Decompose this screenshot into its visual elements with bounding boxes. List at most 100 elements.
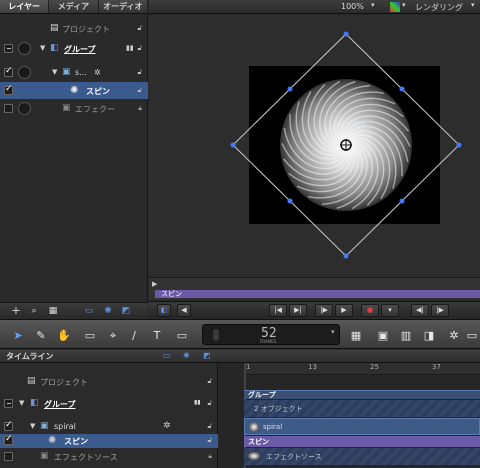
zoom-level[interactable]: 100% [341, 2, 364, 11]
handle-bottom-left [287, 198, 293, 204]
layer-options-icon[interactable]: ▦ [46, 303, 60, 319]
unlock-icon[interactable]: 🔓︎ [137, 64, 142, 81]
spin-checkbox[interactable] [4, 434, 13, 445]
tab-media[interactable]: メディア [49, 0, 99, 13]
filters-icon[interactable]: ◨ [420, 328, 438, 344]
gear-icon[interactable]: ✲ [163, 418, 171, 435]
playhead-icon[interactable]: ▶ [152, 280, 157, 288]
layer-row-project[interactable]: ▤ プロジェクト 🔓︎ [0, 20, 148, 37]
show-masks-icon[interactable]: ◩ [119, 303, 133, 319]
spiral-visibility-icon[interactable] [18, 66, 31, 79]
document-icon: ▤ [27, 376, 36, 386]
layer-row-effect-source[interactable]: ▣ エフェクー 🔒︎ [0, 100, 148, 117]
tab-audio[interactable]: オーディオ [99, 0, 148, 13]
mini-timeline-spin-bar[interactable]: スピン [155, 290, 480, 298]
behaviors-gear-icon[interactable]: ✲ [446, 328, 462, 344]
paint-icon[interactable]: ∕ [128, 328, 140, 344]
lock-icon[interactable]: 🔒︎ [208, 448, 212, 465]
group-checkbox[interactable] [4, 399, 13, 408]
spiral-checkbox[interactable] [4, 420, 13, 431]
mask-icon[interactable]: ▭ [174, 328, 190, 344]
timeline-label-effect-source: エフェクトソース [54, 453, 118, 462]
export-icon[interactable]: ▭ [466, 328, 478, 344]
chevron-down-icon[interactable]: ▾ [371, 1, 375, 9]
disclosure-triangle-icon[interactable]: ▼ [30, 418, 35, 435]
go-to-end-icon[interactable]: ▶| [289, 304, 307, 317]
timeline-row-spiral[interactable]: ▼ ▣ spiral ✲ 🔓︎ [0, 419, 218, 435]
chevron-down-icon[interactable]: ▾ [331, 328, 335, 336]
timecode-toggle-icon[interactable] [213, 329, 219, 341]
lock-icon[interactable]: 🔒︎ [138, 100, 142, 117]
group-checkbox[interactable] [4, 44, 13, 53]
unlock-icon[interactable]: 🔓︎ [207, 373, 212, 390]
go-to-start-icon[interactable]: |◀ [269, 304, 287, 317]
audio-icon[interactable]: ◀ [177, 304, 191, 317]
unlock-icon[interactable]: 🔓︎ [137, 20, 142, 37]
show-masks-icon[interactable]: ◩ [203, 351, 211, 360]
timeline-row-group[interactable]: ▼ ◧ グループ ▮▮ 🔓︎ [0, 396, 218, 412]
layer-label-effect: エフェクー [75, 105, 115, 114]
frame-counter[interactable]: 52 FRAMES ▾ [202, 324, 340, 345]
transport-bar: ◧ ◀ |◀ ▶| |▶ ▶ ● ▾ ◀| |▶ [149, 301, 480, 318]
layer-row-group[interactable]: ▼ ◧ グループ ▮▮ 🔓︎ [0, 40, 148, 57]
add-icon[interactable]: + [10, 303, 22, 319]
chevron-down-icon[interactable]: ▾ [402, 1, 406, 9]
timeline-ruler[interactable] [244, 363, 480, 375]
lights-icon[interactable]: ▥ [397, 328, 415, 344]
group-link-icon: ▮▮ [126, 44, 134, 52]
select-arrow-icon[interactable]: ➤ [10, 328, 26, 344]
group-visibility-icon[interactable] [18, 42, 31, 55]
shape-pen-icon[interactable]: ✎ [33, 328, 49, 344]
show-layers-icon[interactable]: ▭ [82, 303, 96, 319]
disclosure-triangle-icon[interactable]: ▼ [19, 395, 24, 412]
audio-playback-icon[interactable]: ◀| [411, 304, 429, 317]
layer-row-spiral[interactable]: ▼ ▣ s... ✲ 🔓︎ [0, 64, 148, 81]
track-objects-bar[interactable]: 2 オブジェクト [244, 400, 480, 417]
unlock-icon[interactable]: 🔓︎ [207, 395, 212, 412]
hud-icon[interactable]: ▦ [346, 328, 366, 344]
show-behaviors-icon[interactable]: ✺ [183, 351, 190, 360]
track-spin-bar[interactable]: スピン [244, 436, 480, 447]
gear-icon[interactable]: ✲ [94, 64, 101, 81]
layer-label-spin: スピン [86, 87, 110, 96]
bezier-icon[interactable]: ⌖ [105, 328, 121, 344]
record-icon[interactable]: ● [361, 304, 379, 317]
handle-top-right [399, 86, 405, 92]
effect-visibility-icon[interactable] [18, 102, 31, 115]
layer-label-group: グループ [64, 45, 96, 54]
track-effect-source-bar[interactable]: エフェクトソース [244, 448, 480, 465]
disclosure-triangle-icon[interactable]: ▼ [40, 40, 45, 57]
text-icon[interactable]: T [150, 328, 164, 344]
disclosure-triangle-icon[interactable]: ▼ [52, 64, 57, 81]
timeline-row-project[interactable]: ▤ プロジェクト 🔓︎ [0, 374, 218, 390]
spin-checkbox[interactable] [4, 84, 13, 95]
rendering-menu[interactable]: レンダリング [415, 2, 463, 13]
unlock-icon[interactable]: 🔓︎ [207, 432, 212, 449]
search-icon[interactable]: ⌕ [28, 303, 40, 319]
timeline-row-spin[interactable]: ✺ スピン 🔓︎ [0, 434, 218, 448]
show-layers-icon[interactable]: ▭ [163, 351, 171, 360]
timeline-label-spin: スピン [64, 437, 88, 446]
camera-icon[interactable]: ▣ [374, 328, 392, 344]
effect-checkbox[interactable] [4, 452, 13, 461]
spiral-checkbox[interactable] [4, 66, 13, 77]
hand-icon[interactable]: ✋ [56, 328, 72, 344]
unlock-icon[interactable]: 🔓︎ [137, 40, 142, 57]
show-behaviors-icon[interactable]: ✺ [101, 303, 115, 319]
track-spiral-bar[interactable]: spiral [244, 418, 480, 435]
record-options-icon[interactable]: ▾ [381, 304, 399, 317]
layer-row-spin[interactable]: ✺ スピン 🔓︎ [0, 82, 148, 99]
tab-layers[interactable]: レイヤー [0, 0, 50, 13]
loop-icon[interactable]: |▶ [431, 304, 449, 317]
timeline-row-effect-source[interactable]: ▣ エフェクトソース 🔒︎ [0, 449, 218, 465]
chevron-down-icon[interactable]: ▾ [471, 1, 475, 9]
play-icon[interactable]: ▶ [335, 304, 353, 317]
canvas-overlay[interactable] [149, 15, 480, 277]
fit-view-icon[interactable]: ◧ [157, 304, 171, 317]
unlock-icon[interactable]: 🔓︎ [137, 82, 142, 99]
rectangle-icon[interactable]: ▭ [82, 328, 98, 344]
effect-checkbox[interactable] [4, 104, 13, 113]
color-channel-icon[interactable] [390, 2, 400, 12]
track-group-bar[interactable]: グループ [244, 390, 480, 399]
step-icon[interactable]: |▶ [315, 304, 333, 317]
